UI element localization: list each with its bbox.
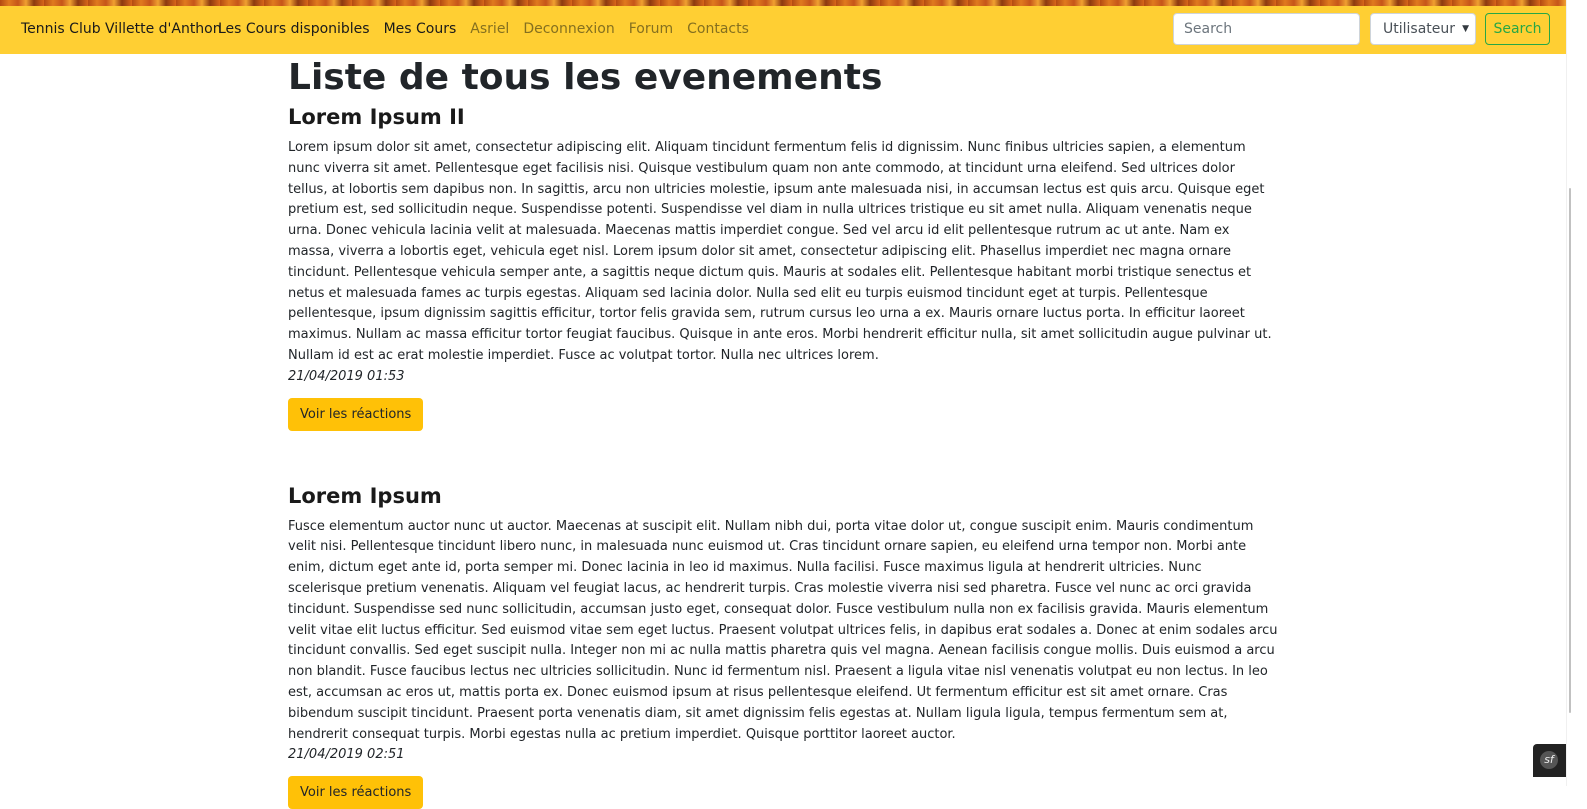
main-content: Liste de tous les evenements Lorem Ipsum…: [288, 56, 1278, 809]
nav-link-forum[interactable]: Forum: [629, 21, 673, 37]
event-card: Lorem Ipsum Fusce elementum auctor nunc …: [288, 481, 1278, 809]
search-type-select[interactable]: Utilisateur ▼: [1370, 13, 1476, 45]
page-title: Liste de tous les evenements: [288, 57, 883, 98]
search-type-value: Utilisateur: [1383, 21, 1456, 37]
search-button[interactable]: Search: [1485, 13, 1550, 45]
navbar: Tennis Club Villette d'Anthon Les Cours …: [0, 6, 1566, 54]
scrollbar-thumb[interactable]: [1569, 188, 1571, 713]
event-card: Lorem Ipsum II Lorem ipsum dolor sit ame…: [288, 102, 1278, 431]
nav-link-cours-disponibles[interactable]: Les Cours disponibles: [218, 21, 370, 37]
event-title: Lorem Ipsum: [288, 483, 442, 508]
view-reactions-button[interactable]: Voir les réactions: [288, 776, 424, 809]
debug-toolbar-toggle[interactable]: sf: [1533, 744, 1566, 777]
search-input[interactable]: [1173, 13, 1360, 45]
event-description: Lorem ipsum dolor sit amet, consectetur …: [288, 140, 1272, 363]
event-date: 21/04/2019 01:53: [288, 368, 405, 384]
nav-link-contacts[interactable]: Contacts: [687, 21, 749, 37]
symfony-logo-icon: sf: [1540, 751, 1558, 769]
nav-link-mes-cours[interactable]: Mes Cours: [384, 21, 457, 37]
view-reactions-button[interactable]: Voir les réactions: [288, 397, 424, 431]
nav-link-deconnexion[interactable]: Deconnexion: [523, 21, 614, 37]
chevron-down-icon: ▼: [1462, 24, 1469, 34]
event-date: 21/04/2019 02:51: [288, 747, 405, 763]
event-description: Fusce elementum auctor nunc ut auctor. M…: [288, 518, 1278, 742]
nav-links: Les Cours disponibles Mes Cours Asriel D…: [218, 21, 763, 37]
navbar-brand[interactable]: Tennis Club Villette d'Anthon: [21, 21, 222, 37]
nav-link-user[interactable]: Asriel: [470, 21, 509, 37]
event-title: Lorem Ipsum II: [288, 105, 465, 129]
